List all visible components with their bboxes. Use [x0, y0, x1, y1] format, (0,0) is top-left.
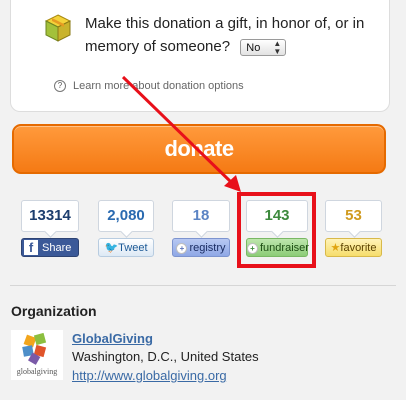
organization-location: Washington, D.C., United States — [72, 349, 259, 364]
organization-url-link[interactable]: http://www.globalgiving.org — [72, 368, 227, 383]
globalgiving-logo-icon — [22, 332, 47, 365]
organization-name-link[interactable]: GlobalGiving — [72, 331, 153, 346]
organization-heading: Organization — [11, 303, 97, 319]
section-divider — [10, 285, 396, 286]
organization-logo[interactable]: globalgiving — [11, 330, 63, 380]
logo-wordmark: globalgiving — [16, 367, 58, 376]
